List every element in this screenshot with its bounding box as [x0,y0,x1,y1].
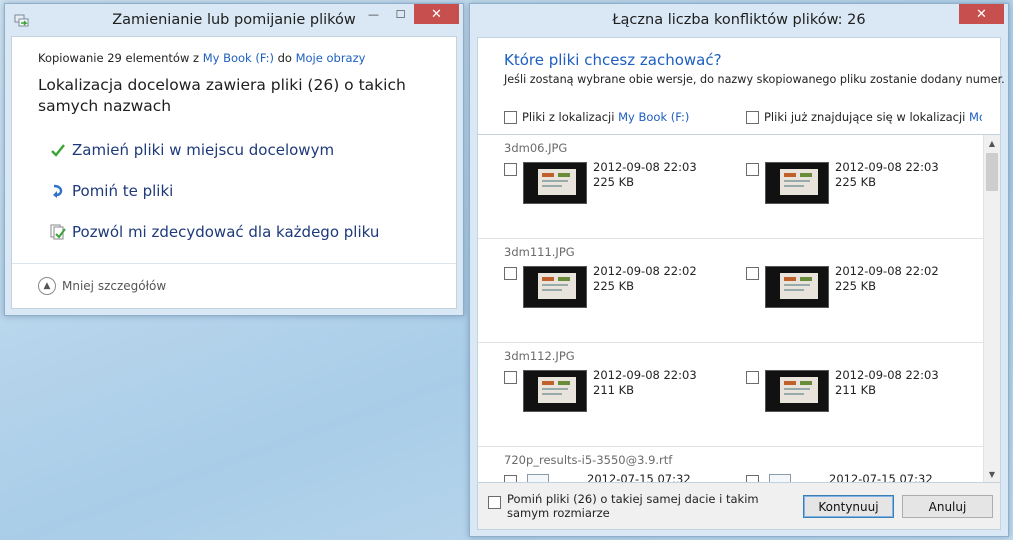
image-thumbnail [523,162,587,204]
destination-version[interactable]: 2012-09-08 22:03 211 KB [746,368,939,412]
file-name: 3dm06.JPG [504,141,568,155]
file-conflicts-dialog: Łączna liczba konfliktów plików: 26 ✕ Kt… [469,3,1009,537]
source-column-link[interactable]: My Book (F:) [618,110,689,124]
source-column-prefix: Pliki z lokalizacji [522,110,615,124]
skip-files-label: Pomiń te pliki [72,182,174,200]
copy-info-middle: do [277,51,292,65]
skip-arrow-icon [48,182,68,200]
destination-version[interactable]: 2012-09-08 22:02 225 KB [746,264,939,308]
source-version[interactable]: 2012-09-08 22:03 211 KB [504,368,697,412]
image-thumbnail [523,370,587,412]
dialog-body: Które pliki chcesz zachować? Jeśli zosta… [477,37,1005,530]
skip-same-option[interactable]: Pomiń pliki (26) o takiej samej dacie i … [488,492,798,520]
list-item: 3dm112.JPG 2012-09-08 22:03 211 KB 2012-0… [478,343,983,447]
keep-source-checkbox[interactable] [504,475,517,482]
decide-files-icon [48,223,68,241]
image-thumbnail [523,266,587,308]
file-size: 225 KB [835,175,877,189]
keep-destination-checkbox[interactable] [746,475,759,482]
file-name: 3dm112.JPG [504,349,575,363]
file-date: 2012-09-08 22:03 [835,160,939,174]
list-item: 3dm111.JPG 2012-09-08 22:02 225 KB 2012-0… [478,239,983,343]
image-thumbnail [765,266,829,308]
scroll-down-icon[interactable]: ▼ [984,466,1000,482]
file-date: 2012-07-15 07:32 [587,472,691,483]
continue-button[interactable]: Kontynuuj [803,495,894,518]
file-size: 211 KB [593,383,635,397]
copy-info: Kopiowanie 29 elementów z My Book (F:) d… [38,51,365,65]
keep-source-checkbox[interactable] [504,163,517,176]
window-title: Łączna liczba konfliktów plików: 26 [612,12,866,28]
source-column-header[interactable]: Pliki z lokalizacji My Book (F:) [504,110,734,124]
destination-link[interactable]: Moje obrazy [296,51,366,65]
file-date: 2012-09-08 22:02 [835,264,939,278]
document-icon [527,474,549,482]
decide-each-label: Pozwól mi zdecydować dla każdego pliku [72,223,380,241]
file-size: 225 KB [593,175,635,189]
skip-same-label: Pomiń pliki (26) o takiej samej dacie i … [507,492,759,520]
file-date: 2012-09-08 22:03 [593,368,697,382]
description: Jeśli zostaną wybrane obie wersje, do na… [504,73,1005,86]
skip-same-checkbox[interactable] [488,496,501,509]
file-date: 2012-09-08 22:02 [593,264,697,278]
less-details-link[interactable]: Mniej szczegółów [62,279,166,293]
green-check-icon [48,141,68,159]
dialog-footer: Pomiń pliki (26) o takiej samej dacie i … [477,483,1001,530]
list-item: 3dm06.JPG 2012-09-08 22:03 225 KB 2012-09… [478,135,983,239]
replace-skip-dialog: Zamienianie lub pomijanie plików — ☐ ✕ K… [4,3,464,316]
keep-source-checkbox[interactable] [504,371,517,384]
source-version[interactable]: 2012-07-15 07:32 [504,472,691,483]
file-name: 3dm111.JPG [504,245,575,259]
conflict-heading: Lokalizacja docelowa zawiera pliki (26) … [38,76,406,115]
details-footer: ▲ Mniej szczegółów [12,263,456,308]
file-size: 225 KB [835,279,877,293]
skip-files-option[interactable]: Pomiń te pliki [48,182,173,200]
destination-column-prefix: Pliki już znajdujące się w lokalizacji [764,110,966,124]
dialog-body: Kopiowanie 29 elementów z My Book (F:) d… [11,36,457,309]
maximize-button[interactable]: ☐ [387,4,414,24]
destination-column-header[interactable]: Pliki już znajdujące się w lokalizacji M… [746,110,982,124]
file-size: 211 KB [835,383,877,397]
keep-destination-checkbox[interactable] [746,163,759,176]
close-button[interactable]: ✕ [959,4,1004,24]
decide-each-option[interactable]: Pozwól mi zdecydować dla każdego pliku [48,223,379,241]
copy-info-prefix: Kopiowanie 29 elementów z [38,51,200,65]
scrollbar-thumb[interactable] [986,153,998,191]
select-all-destination-checkbox[interactable] [746,110,759,124]
source-version[interactable]: 2012-09-08 22:02 225 KB [504,264,697,308]
keep-destination-checkbox[interactable] [746,267,759,280]
select-all-source-checkbox[interactable] [504,110,517,124]
keep-destination-checkbox[interactable] [746,371,759,384]
question-heading: Które pliki chcesz zachować? [504,51,722,69]
keep-source-checkbox[interactable] [504,267,517,280]
file-name: 720p_results-i5-3550@3.9.rtf [504,453,673,467]
destination-column-link[interactable]: Mo... [969,110,982,124]
conflict-list[interactable]: 3dm06.JPG 2012-09-08 22:03 225 KB 2012-09… [477,134,1001,483]
replace-files-option[interactable]: Zamień pliki w miejscu docelowym [48,141,334,159]
destination-version[interactable]: 2012-07-15 07:32 [746,472,933,483]
cancel-button[interactable]: Anuluj [902,495,993,518]
image-thumbnail [765,370,829,412]
file-date: 2012-07-15 07:32 [829,472,933,483]
scroll-up-icon[interactable]: ▲ [984,135,1000,151]
source-version[interactable]: 2012-09-08 22:03 225 KB [504,160,697,204]
minimize-button[interactable]: — [360,4,387,24]
list-item: 720p_results-i5-3550@3.9.rtf 2012-07-15 … [478,447,983,483]
image-thumbnail [765,162,829,204]
destination-version[interactable]: 2012-09-08 22:03 225 KB [746,160,939,204]
source-link[interactable]: My Book (F:) [203,51,274,65]
vertical-scrollbar[interactable]: ▲ ▼ [983,135,1000,482]
document-icon [769,474,791,482]
close-button[interactable]: ✕ [414,4,459,24]
chevron-up-icon[interactable]: ▲ [38,277,56,295]
conflict-header: Które pliki chcesz zachować? Jeśli zosta… [477,37,1005,134]
replace-files-label: Zamień pliki w miejscu docelowym [72,141,335,159]
file-date: 2012-09-08 22:03 [593,160,697,174]
file-size: 225 KB [593,279,635,293]
file-date: 2012-09-08 22:03 [835,368,939,382]
